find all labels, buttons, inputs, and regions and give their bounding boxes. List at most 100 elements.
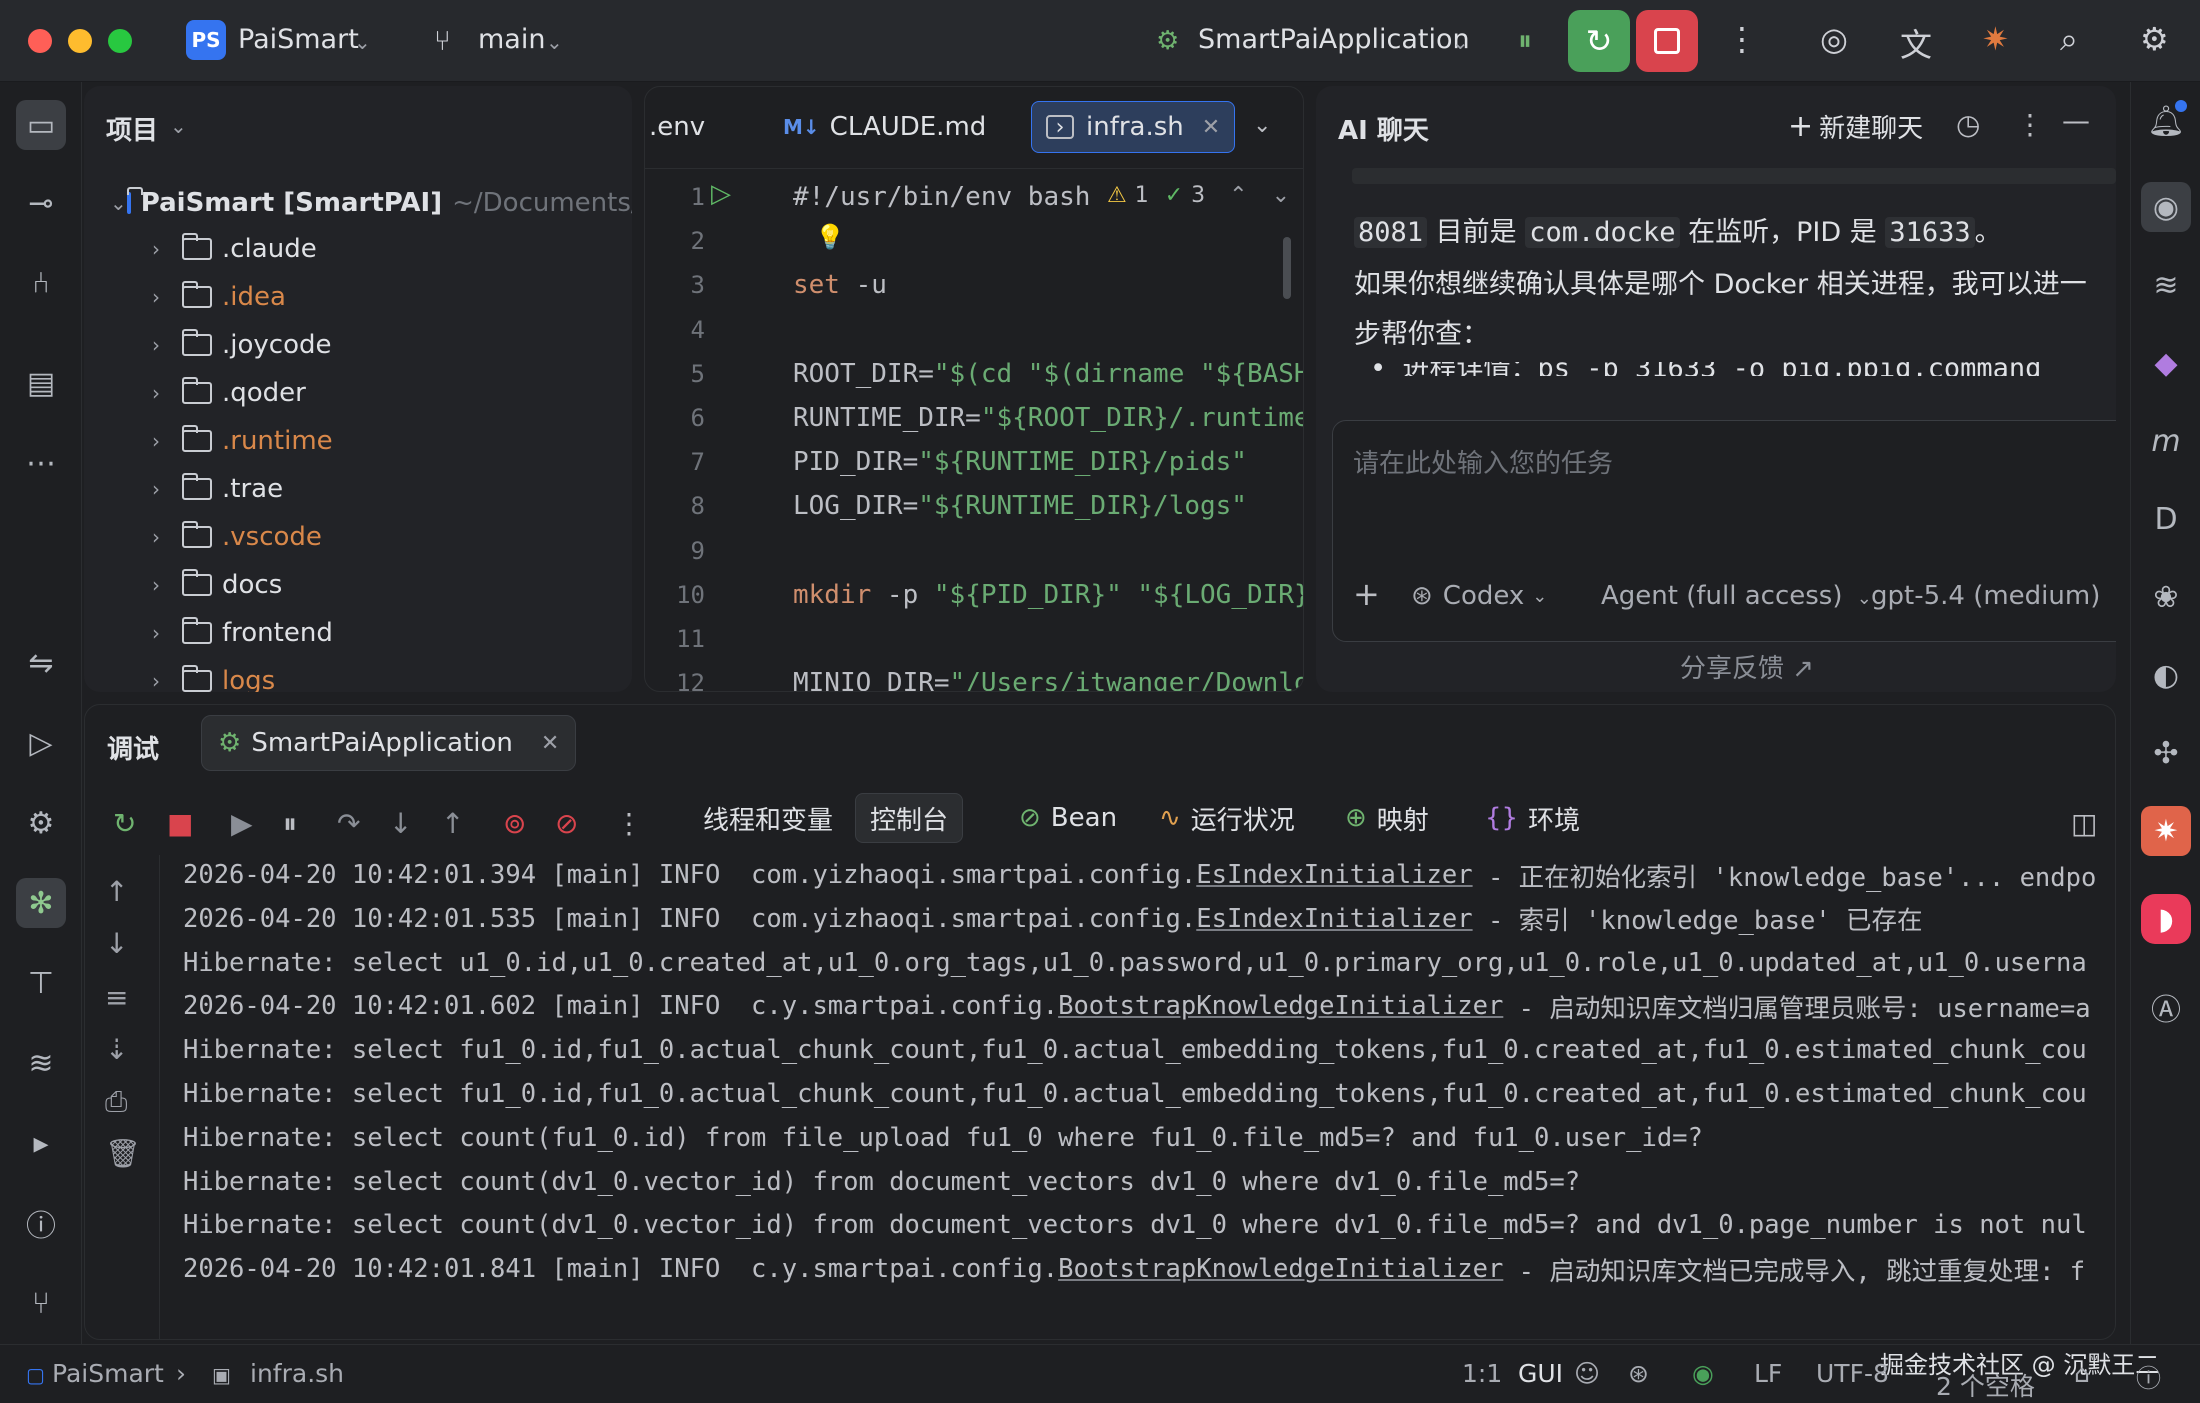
terminal-icon[interactable]: ▸ [16,1118,66,1168]
minimize-window-button[interactable] [68,29,92,53]
translate-icon[interactable]: 文 [1900,20,1932,66]
branch-dropdown[interactable]: main [478,24,545,55]
tree-item[interactable]: › frontend [152,610,333,656]
class-link[interactable]: EsIndexInitializer [1196,904,1472,934]
copilot-icon[interactable]: ✣ [2141,728,2191,778]
view-breakpoints-icon[interactable]: ⊚ [503,807,526,840]
pause-icon[interactable]: ⏸ [283,807,297,841]
commit-icon[interactable]: ⊸ [16,178,66,228]
debug-tab[interactable]: ∿ 运行状况 [1145,793,1309,843]
tab-infra-sh[interactable]: › infra.sh ✕ [1031,101,1236,153]
editor-scrollbar[interactable] [1283,237,1291,299]
build-icon[interactable]: ⊤ [16,958,66,1008]
structure-icon[interactable]: ▤ [16,358,66,408]
maximize-window-button[interactable] [108,29,132,53]
more-tools-icon[interactable]: ⋯ [16,438,66,488]
resume-icon[interactable]: ▶ [231,807,253,840]
tabs-dropdown-icon[interactable]: ⌄ [1253,113,1271,138]
more-icon[interactable]: ⋮ [615,807,643,840]
class-link[interactable]: BootstrapKnowledgeInitializer [1058,991,1503,1021]
debug-icon[interactable]: ✻ [16,878,66,928]
tree-item[interactable]: › .claude [152,226,317,272]
debug-tab[interactable]: ⊕ 映射 [1331,793,1443,843]
step-over-icon[interactable]: ↷ [337,807,360,840]
assistant-leaf-icon[interactable]: ◐ [2141,650,2191,700]
gui-indicator[interactable]: GUI [1518,1359,1563,1388]
step-out-icon[interactable]: ↑ [441,807,464,840]
debug-tab[interactable]: 控制台 [855,793,964,843]
ai-assistant-icon[interactable]: ◎ [1820,20,1848,58]
close-tab-icon[interactable]: ✕ [541,731,559,756]
attach-plus-icon[interactable]: + [1353,575,1380,613]
text-format-icon[interactable]: Ⓐ [2141,982,2191,1032]
tree-item[interactable]: › docs [152,562,282,608]
search-icon[interactable]: ⌕ [2060,20,2078,59]
tree-item[interactable]: › .idea [152,274,286,320]
model-selector[interactable]: gpt-5.4 (medium) ⌄ [1871,581,2116,611]
openai-icon[interactable]: ⊛ [1628,1359,1649,1388]
services-icon[interactable]: ⇋ [16,638,66,688]
pause-all-icon[interactable]: ⏸ [1518,24,1532,58]
red-plugin-icon[interactable]: ◗ [2141,894,2191,944]
mode-selector[interactable]: Agent (full access) ⌄ [1601,581,1872,611]
database-icon[interactable]: ≋ [2141,260,2191,310]
tree-item[interactable]: › logs [152,658,275,692]
rerun-icon[interactable]: ↻ [113,807,136,840]
run-icon[interactable]: ▷ [16,718,66,768]
project-name-dropdown[interactable]: PaiSmart [238,24,359,55]
status-ok-icon[interactable]: ◉ [1692,1359,1714,1388]
breadcrumb-project[interactable]: PaiSmart [52,1359,164,1388]
class-link[interactable]: EsIndexInitializer [1196,860,1472,890]
more-actions-icon[interactable]: ⋮ [1726,20,1758,58]
rerun-debug-button[interactable]: ↻ [1568,10,1630,72]
python-icon[interactable]: ❀ [2141,572,2191,622]
git-icon[interactable]: ⑂ [16,1278,66,1328]
settings-gear-icon[interactable]: ⚙ [2140,20,2169,58]
project-folder-icon[interactable]: ▭ [16,100,66,150]
indent-setting[interactable]: 2 个空格 [1936,1367,2035,1403]
debug-tab[interactable]: ⊘ Bean [1005,793,1131,843]
claude-plugin-icon[interactable]: ✷ [2141,806,2191,856]
code-area[interactable]: ▷ 💡 ⚠ 1 ✓ 3 ⌃ ⌄ 1 #!/usr/bin/env bash 2 3 se… [645,169,1303,691]
class-link[interactable]: BootstrapKnowledgeInitializer [1058,1254,1503,1284]
maven-icon[interactable]: m [2141,416,2191,466]
console-output[interactable]: 2026-04-20 10:42:01.394 [main] INFO com.… [85,855,2115,1339]
notifications-icon[interactable]: ⓘ [2136,1359,2161,1395]
tab-claude-md[interactable]: M↓ CLAUDE.md [769,101,1000,153]
file-encoding[interactable]: UTF-8 [1816,1359,1889,1388]
problems-icon[interactable]: ⓘ [16,1198,66,1248]
tab-env[interactable]: .env [645,101,719,153]
tree-item[interactable]: › .joycode [152,322,331,368]
run-configuration-dropdown[interactable]: SmartPaiApplication [1198,24,1470,55]
debug-tab[interactable]: 线程和变量 [689,793,847,843]
close-window-button[interactable] [28,29,52,53]
share-feedback-link[interactable]: 分享反馈 ↗ [1680,648,1814,685]
stop-button[interactable] [1636,10,1698,72]
chat-task-input[interactable]: 请在此处输入您的任务 [1353,443,1613,480]
pull-requests-icon[interactable]: ⑃ [16,258,66,308]
layout-settings-icon[interactable]: ◫ [2071,807,2097,840]
d-plugin-icon[interactable]: D [2141,494,2191,544]
history-icon[interactable]: ◷ [1956,108,1980,141]
line-separator[interactable]: LF [1754,1359,1782,1388]
tree-item[interactable]: › .qoder [152,370,306,416]
mute-breakpoints-icon[interactable]: ⊘ [555,807,578,840]
tree-root[interactable]: ⌄ PaiSmart [SmartPAI] ~/Documents/G [110,180,632,226]
plugin-cube-icon[interactable]: ◆ [2141,338,2191,388]
project-panel-title[interactable]: 项目 [106,110,158,147]
new-chat-button[interactable]: + 新建聊天 [1788,108,1923,145]
project-badge[interactable]: PS [186,20,226,60]
database-icon[interactable]: ≋ [16,1038,66,1088]
agent-selector[interactable]: ⊛ Codex ⌄ [1411,581,1547,611]
lock-icon[interactable]: ⌂ [2074,1359,2090,1388]
endpoints-icon[interactable]: ⚙ [16,798,66,848]
caret-position[interactable]: 1:1 [1462,1359,1502,1388]
more-options-icon[interactable]: ⋮ [2016,108,2044,141]
tree-item[interactable]: › .trae [152,466,283,512]
tree-item[interactable]: › .vscode [152,514,322,560]
tree-item[interactable]: › .runtime [152,418,333,464]
ai-chat-icon[interactable]: ◉ [2141,182,2191,232]
debug-tab[interactable]: {} 环境 [1471,793,1594,843]
debug-session-tab[interactable]: ⚙ SmartPaiApplication ✕ [201,715,577,771]
stop-icon[interactable]: ■ [167,807,193,840]
